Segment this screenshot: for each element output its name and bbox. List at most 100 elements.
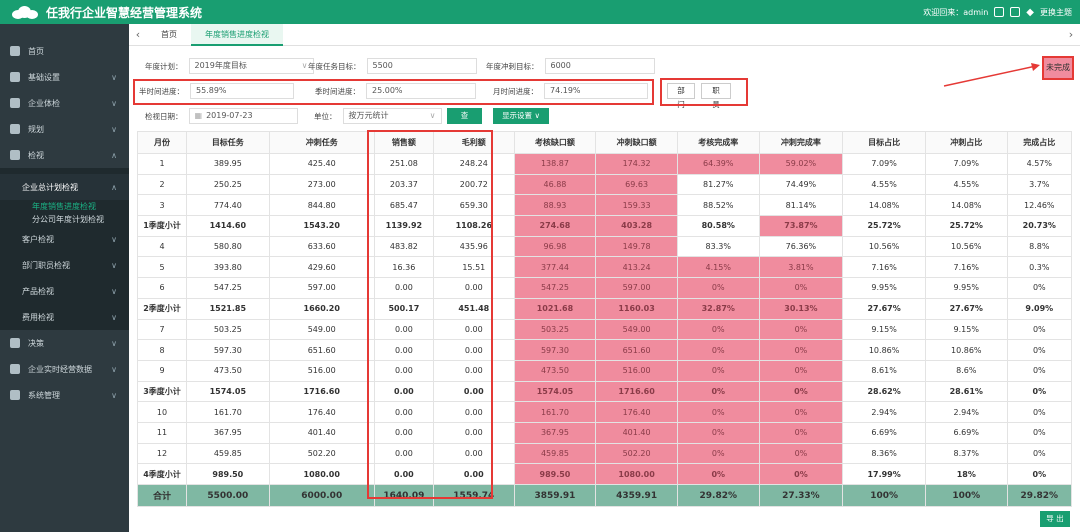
table-row: 11 367.95 401.40 0.00 0.00 367.95 401.40 0% 0% 6.…	[137, 421, 1073, 444]
cell-completion-share: 3.7%	[1006, 173, 1073, 196]
cell-review-gap: 367.95	[513, 421, 597, 444]
theme-icon[interactable]: ◆	[1026, 7, 1034, 18]
table-row: 2 250.25 273.00 203.37 200.72 46.88 69.63 81.27…	[137, 173, 1073, 196]
table-row: 10 161.70 176.40 0.00 0.00 161.70 176.40 0% 0% 2.…	[137, 401, 1073, 423]
target-input[interactable]: 5500	[366, 58, 477, 74]
chart-icon	[10, 338, 20, 348]
dept-staff-highlight-box	[660, 78, 748, 106]
sidebar-item-company-plan-review[interactable]: 企业总计划检视 ∧	[0, 174, 129, 200]
unit-label: 单位：	[314, 111, 337, 121]
sidebar-item-home[interactable]: 首页	[0, 38, 129, 64]
cell-month: 2季度小计	[137, 297, 187, 320]
cell-target-share: 6.69%	[842, 421, 926, 444]
tab-scroll-right-icon[interactable]: ›	[1062, 28, 1080, 41]
sidebar-item-checkup[interactable]: 企业体检 ∨	[0, 90, 129, 116]
column-header-sprint-gap: 冲刺缺口额	[595, 131, 678, 154]
total-target: 5500.00	[185, 484, 270, 507]
save-icon[interactable]	[1010, 7, 1021, 17]
chevron-down-icon: ∨	[111, 286, 117, 296]
target-label: 年度任务目标：	[308, 61, 361, 71]
cell-sprint: 1543.20	[268, 215, 375, 237]
cell-review-rate: 80.58%	[676, 215, 760, 237]
cell-review-gap: 503.25	[513, 318, 597, 341]
tab-home[interactable]: 首页	[147, 24, 191, 46]
chevron-up-icon: ∧	[111, 182, 117, 192]
cell-month: 1	[137, 153, 187, 175]
cell-sprint-share: 9.95%	[924, 277, 1008, 299]
cell-month: 8	[137, 339, 187, 361]
cell-target-share: 25.72%	[842, 215, 926, 237]
cell-completion-share: 8.8%	[1006, 235, 1073, 258]
chevron-down-icon: ∨	[111, 338, 117, 348]
cell-target: 1574.05	[185, 380, 270, 403]
cell-month: 4季度小计	[137, 463, 187, 485]
cell-sprint-rate: 0%	[758, 318, 844, 341]
sidebar-item-expense-review[interactable]: 费用检视 ∨	[0, 304, 129, 330]
tab-scroll-left-icon[interactable]: ‹	[129, 28, 147, 41]
sidebar-item-system-admin[interactable]: 系统管理 ∨	[0, 382, 129, 408]
cell-month: 2	[137, 173, 187, 196]
cell-review-gap: 46.88	[513, 173, 597, 196]
cell-sprint: 1660.20	[268, 297, 375, 320]
plan-select[interactable]: 2019年度目标 ∨	[188, 58, 314, 74]
cell-sprint-share: 8.6%	[924, 359, 1008, 382]
cell-sprint: 1716.60	[268, 380, 375, 403]
column-header-completion-share: 完成占比	[1006, 131, 1073, 154]
cell-sprint-share: 14.08%	[924, 194, 1008, 217]
sidebar-item-product-review[interactable]: 产品检视 ∨	[0, 278, 129, 304]
date-input[interactable]: ▦ 2019-07-23	[188, 108, 298, 124]
chevron-down-icon: ∨	[111, 98, 117, 108]
sidebar-leaf-annual-sales[interactable]: 年度销售进度检视	[0, 200, 129, 213]
cell-target-share: 2.94%	[842, 401, 926, 423]
chevron-down-icon: ∨	[301, 61, 308, 70]
sidebar-item-customer-review[interactable]: 客户检视 ∨	[0, 226, 129, 252]
query-button[interactable]: 查 询	[447, 108, 482, 134]
unit-select[interactable]: 按万元统计 ∨	[342, 108, 442, 124]
sprint-input[interactable]: 6000	[544, 58, 655, 74]
tab-bar: ‹ 首页 年度销售进度检视 ›	[129, 23, 1080, 46]
sidebar-item-realtime-data[interactable]: 企业实时经营数据 ∨	[0, 356, 129, 382]
cell-month: 12	[137, 442, 187, 465]
cell-review-gap: 473.50	[513, 359, 597, 382]
cell-target-share: 27.67%	[842, 297, 926, 320]
table-row: 8 597.30 651.60 0.00 0.00 597.30 651.60 0% 0% 10.…	[137, 339, 1073, 361]
cell-completion-share: 0%	[1006, 277, 1073, 299]
cell-month: 4	[137, 235, 187, 258]
logout-icon[interactable]	[994, 7, 1005, 17]
cell-target: 250.25	[185, 173, 270, 196]
cell-completion-share: 12.46%	[1006, 194, 1073, 217]
table-row: 9 473.50 516.00 0.00 0.00 473.50 516.00 0% 0% 8.6…	[137, 359, 1073, 382]
tab-annual-sales[interactable]: 年度销售进度检视	[191, 23, 283, 46]
cell-sprint-share: 8.37%	[924, 442, 1008, 465]
cell-sprint: 1080.00	[268, 463, 375, 485]
cell-target: 459.85	[185, 442, 270, 465]
cell-target: 503.25	[185, 318, 270, 341]
sidebar-item-planning[interactable]: 规划 ∨	[0, 116, 129, 142]
cell-month: 3季度小计	[137, 380, 187, 403]
cell-sprint-share: 2.94%	[924, 401, 1008, 423]
sidebar-item-review[interactable]: 检视 ∧	[0, 142, 129, 168]
table-row: 1 389.95 425.40 251.08 248.24 138.87 174.32 64.…	[137, 153, 1073, 175]
sidebar-leaf-branch-plan[interactable]: 分公司年度计划检视	[0, 213, 129, 226]
sidebar-item-decision[interactable]: 决策 ∨	[0, 330, 129, 356]
sidebar-item-basic-settings[interactable]: 基础设置 ∨	[0, 64, 129, 90]
table-row: 5 393.80 429.60 16.36 15.51 377.44 413.24 4.15%…	[137, 256, 1073, 279]
cell-sprint: 844.80	[268, 194, 375, 217]
theme-button[interactable]: 更换主题	[1040, 7, 1072, 18]
table-header-row: 月份 目标任务 冲刺任务 销售额 毛利额 考核缺口额 冲刺缺口额 考核完成率 冲刺完成率 目标占比…	[137, 131, 1073, 154]
cell-target: 1521.85	[185, 297, 270, 320]
cell-completion-share: 0%	[1006, 380, 1073, 403]
subtotal-row: 2季度小计 1521.85 1660.20 500.17 451.48 1021.68 11…	[137, 297, 1073, 320]
cell-sprint-rate: 0%	[758, 463, 844, 485]
cell-month: 9	[137, 359, 187, 382]
sidebar-item-dept-review[interactable]: 部门职员检视 ∨	[0, 252, 129, 278]
cell-review-rate: 0%	[676, 442, 760, 465]
cell-target-share: 7.09%	[842, 153, 926, 175]
column-header-review-gap: 考核缺口额	[513, 131, 597, 154]
cell-target-share: 10.86%	[842, 339, 926, 361]
display-settings-button[interactable]: 显示设置 ∨	[493, 108, 549, 124]
cell-review-gap: 377.44	[513, 256, 597, 279]
annotation-arrow-icon	[943, 63, 1040, 87]
export-button[interactable]: 导 出	[1040, 511, 1070, 527]
cell-sprint-share: 7.09%	[924, 153, 1008, 175]
